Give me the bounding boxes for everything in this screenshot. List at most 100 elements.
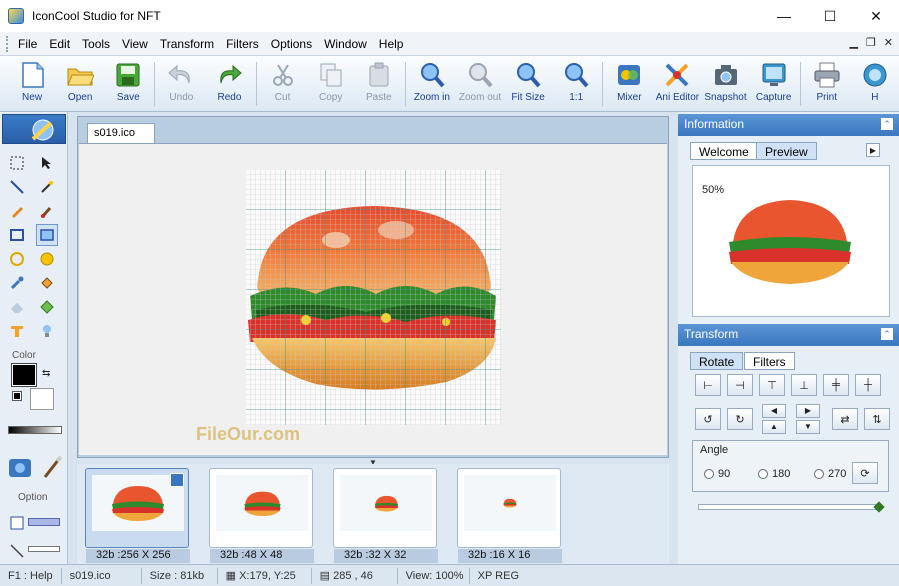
mdi-close-icon[interactable]: ✕ (884, 36, 893, 49)
eraser-icon[interactable] (6, 296, 28, 318)
export-badge-icon[interactable] (170, 473, 184, 487)
tab-welcome[interactable]: Welcome (690, 142, 758, 160)
move-up-icon[interactable]: ▲ (762, 420, 786, 434)
select-rect-icon[interactable] (6, 152, 28, 174)
bulb-icon[interactable] (36, 320, 58, 342)
center-horizontal-icon[interactable]: ╪ (823, 374, 849, 396)
menu-help[interactable]: Help (373, 37, 410, 51)
thumbnail-0[interactable]: 32b :256 X 256 (85, 468, 190, 563)
toolbar-capture-button[interactable]: Capture (750, 56, 798, 110)
foreground-color-swatch[interactable] (11, 363, 37, 387)
swap-colors-icon[interactable]: ⇆ (42, 368, 50, 379)
radio-angle-270[interactable]: 270 (814, 468, 846, 480)
mdi-restore-icon[interactable]: ❐ (866, 36, 876, 49)
toolbar-zoom-out-button[interactable]: Zoom out (456, 56, 504, 110)
flip-horizontal-icon[interactable]: ⇄ (832, 408, 858, 430)
eyedropper-icon[interactable] (6, 272, 28, 294)
tab-filters[interactable]: Filters (744, 352, 795, 370)
collapse-transform-icon[interactable]: ⌃ (881, 328, 893, 340)
thumbnail-1[interactable]: 32b :48 X 48 (209, 468, 314, 563)
menu-edit[interactable]: Edit (43, 37, 76, 51)
toolbar-redo-button[interactable]: Redo (205, 56, 253, 110)
icon-editor-canvas[interactable] (246, 170, 501, 425)
move-right-icon[interactable]: ▶ (796, 404, 820, 418)
align-right-icon[interactable]: ⊣ (727, 374, 753, 396)
filled-rectangle-icon[interactable] (36, 224, 58, 246)
toolbar-paste-button[interactable]: Paste (355, 56, 403, 110)
toolbar-new-button[interactable]: New (8, 56, 56, 110)
menu-transform[interactable]: Transform (154, 37, 220, 51)
tab-rotate[interactable]: Rotate (690, 352, 744, 370)
thumbnail-2[interactable]: 32b :32 X 32 (333, 468, 438, 563)
toolbar-fit-size-button[interactable]: Fit Size (504, 56, 552, 110)
radio-angle-90[interactable]: 90 (704, 468, 730, 480)
left-splitter[interactable] (68, 112, 77, 564)
info-menu-arrow-icon[interactable]: ▶ (866, 143, 880, 157)
maximize-button[interactable]: ☐ (807, 0, 853, 32)
fill-bucket-icon[interactable] (36, 272, 58, 294)
reset-colors-icon[interactable] (12, 391, 22, 401)
line-icon[interactable] (6, 176, 28, 198)
toolbar-zoom-in-button[interactable]: Zoom in (408, 56, 456, 110)
menu-window[interactable]: Window (318, 37, 373, 51)
document-tab[interactable]: s019.ico (87, 123, 155, 143)
toolbar-ani-editor-button[interactable]: Ani Editor (653, 56, 701, 110)
toolbar-undo-button[interactable]: Undo (157, 56, 205, 110)
toolbar-snapshot-button[interactable]: Snapshot (701, 56, 749, 110)
menu-options[interactable]: Options (265, 37, 318, 51)
mdi-minimize-icon[interactable]: ▁ (849, 36, 857, 49)
brush-icon[interactable] (36, 200, 58, 222)
radio-angle-180[interactable]: 180 (758, 468, 790, 480)
toolbar-copy-button[interactable]: Copy (307, 56, 355, 110)
close-button[interactable]: ✕ (853, 0, 899, 32)
thumbnail-3[interactable]: 32b :16 X 16 (457, 468, 562, 563)
right-splitter[interactable] (669, 112, 678, 564)
option-square-icon[interactable] (6, 512, 28, 534)
center-both-icon[interactable]: ┼ (855, 374, 881, 396)
align-top-icon[interactable]: ⊤ (759, 374, 785, 396)
toolbar-save-button[interactable]: Save (104, 56, 152, 110)
mixer-tool-icon[interactable] (6, 454, 34, 482)
toolbar-actual-size-button[interactable]: 1:1 (552, 56, 600, 110)
window-title: IconCool Studio for NFT (32, 9, 161, 23)
transform-slider[interactable] (698, 501, 885, 513)
toolbar-open-button[interactable]: Open (56, 56, 104, 110)
rotate-left-icon[interactable]: ↺ (695, 408, 721, 430)
rectangle-icon[interactable] (6, 224, 28, 246)
ellipse-icon[interactable] (6, 248, 28, 270)
minimize-button[interactable]: — (761, 0, 807, 32)
rotate-right-icon[interactable]: ↻ (727, 408, 753, 430)
menu-filters[interactable]: Filters (220, 37, 265, 51)
collapse-info-icon[interactable]: ⌃ (881, 118, 893, 130)
filled-ellipse-icon[interactable] (36, 248, 58, 270)
align-left-icon[interactable]: ⊢ (695, 374, 721, 396)
text-icon[interactable] (6, 320, 28, 342)
redo-arrow-icon (215, 60, 243, 90)
option-line-style[interactable] (28, 546, 60, 552)
menu-view[interactable]: View (116, 37, 154, 51)
gem-icon[interactable] (36, 296, 58, 318)
move-down-icon[interactable]: ▼ (796, 420, 820, 434)
apply-rotate-icon[interactable]: ⟳ (852, 462, 878, 484)
move-arrow-icon[interactable] (36, 152, 58, 174)
paint-brush-tool-icon[interactable] (38, 454, 66, 482)
menu-file[interactable]: File (12, 37, 43, 51)
tab-preview[interactable]: Preview (756, 142, 817, 160)
brush-logo-icon (31, 119, 54, 141)
thumbnail-preview (464, 475, 556, 531)
toolbar-print-button[interactable]: Print (803, 56, 851, 110)
move-left-icon[interactable]: ◀ (762, 404, 786, 418)
toolbar-mixer-button[interactable]: Mixer (605, 56, 653, 110)
menu-tools[interactable]: Tools (76, 37, 116, 51)
magic-wand-icon[interactable] (36, 176, 58, 198)
option-line-icon[interactable] (6, 540, 28, 562)
pencil-icon[interactable] (6, 200, 28, 222)
option-fill-style[interactable] (28, 518, 60, 526)
background-color-swatch[interactable] (30, 388, 54, 410)
flip-vertical-icon[interactable]: ⇅ (864, 408, 890, 430)
align-bottom-icon[interactable]: ⊥ (791, 374, 817, 396)
gradient-bar[interactable] (8, 426, 62, 434)
toolbar-cut-button[interactable]: Cut (259, 56, 307, 110)
toolbar-label: Open (67, 92, 93, 103)
toolbar-h-button[interactable]: H (851, 56, 899, 110)
